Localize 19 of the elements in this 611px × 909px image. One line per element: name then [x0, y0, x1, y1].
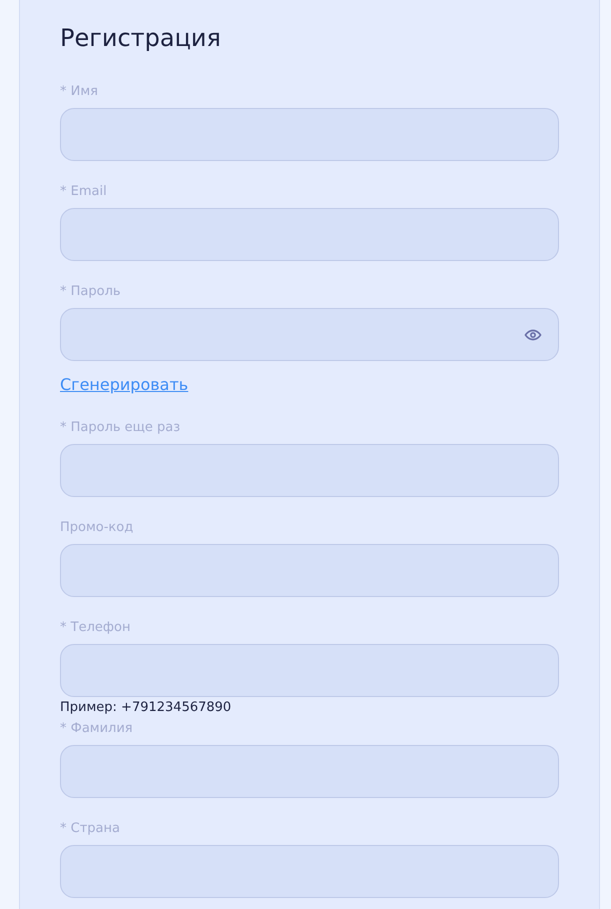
input-field[interactable] [60, 745, 559, 798]
input-field[interactable] [60, 208, 559, 261]
form-title: Регистрация [60, 23, 222, 54]
input-field[interactable] [60, 845, 559, 898]
input-field[interactable] [60, 108, 559, 161]
field-label: Промо-код [60, 519, 134, 537]
field-label: * Страна [60, 820, 121, 838]
field-hint: Пример: +791234567890 [60, 700, 232, 716]
field-label: * Email [60, 183, 108, 201]
field-label: * Имя [60, 83, 99, 101]
field-label: * Пароль [60, 283, 122, 301]
input-field[interactable] [60, 444, 559, 497]
input-field[interactable] [60, 544, 559, 597]
input-field[interactable] [60, 644, 559, 697]
field-label: * Фамилия [60, 720, 134, 738]
generate-link[interactable]: Сгенерировать [60, 373, 188, 397]
field-label: * Телефон [60, 619, 132, 637]
input-field[interactable] [60, 308, 559, 361]
field-label: * Пароль еще раз [60, 419, 182, 437]
